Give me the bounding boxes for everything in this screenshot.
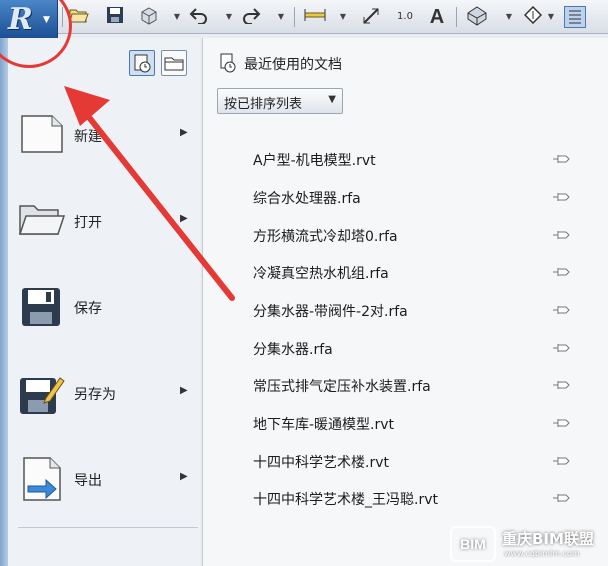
recent-documents-icon xyxy=(134,54,151,73)
chevron-right-icon: ▶ xyxy=(180,385,188,396)
tag-icon[interactable]: 1.0 xyxy=(394,6,416,28)
watermark-logo: BIM xyxy=(450,526,496,562)
chevron-right-icon: ▶ xyxy=(180,213,188,224)
chevron-down-icon: ▼ xyxy=(43,15,50,25)
menu-divider xyxy=(18,527,198,528)
open-icon[interactable] xyxy=(68,6,90,28)
recent-document-item[interactable]: 冷凝真空热水机组.rfa xyxy=(240,257,580,287)
recent-document-item[interactable]: 综合水处理器.rfa xyxy=(240,182,580,212)
menu-item-open[interactable]: 打开 ▶ xyxy=(0,186,200,256)
new-document-icon xyxy=(21,115,63,153)
floppy-disk-icon xyxy=(22,288,60,326)
recent-documents-view-button[interactable] xyxy=(129,50,155,76)
document-name: 十四中科学艺术楼_王冯聪.rvt xyxy=(253,492,438,508)
measure-icon[interactable] xyxy=(304,6,326,28)
quick-access-toolbar: ▼ ▼ ▼ ▼ 1.0 A ▼ ▼ xyxy=(0,0,608,34)
pin-icon[interactable] xyxy=(552,153,570,165)
chevron-right-icon: ▶ xyxy=(180,127,188,138)
document-name: 地下车库-暖通模型.rvt xyxy=(253,417,395,433)
menu-item-export[interactable]: 导出 ▶ xyxy=(0,444,200,514)
sort-dropdown-label: 按已排序列表 xyxy=(224,97,303,112)
watermark: BIM 重庆BIM联盟 www.cqbimlm.com xyxy=(450,522,608,566)
chevron-down-icon[interactable]: ▼ xyxy=(224,6,234,28)
document-name: 十四中科学艺术楼.rvt xyxy=(253,455,389,471)
document-name: A户型-机电模型.rvt xyxy=(253,153,376,169)
toolbar-separator xyxy=(294,7,295,27)
dimension-icon[interactable] xyxy=(360,6,382,28)
sort-dropdown[interactable]: 按已排序列表 ▼ xyxy=(217,88,343,114)
document-name: 分集水器.rfa xyxy=(253,342,333,358)
export-icon xyxy=(23,457,61,501)
open-documents-view-button[interactable] xyxy=(161,50,187,76)
chevron-right-icon: ▶ xyxy=(180,471,188,482)
document-name: 分集水器-带阀件-2对.rfa xyxy=(253,304,408,320)
recent-document-item[interactable]: 十四中科学艺术楼_王冯聪.rvt xyxy=(240,483,580,513)
recent-documents-title: 最近使用的文档 xyxy=(244,57,342,73)
recent-document-item[interactable]: 方形横流式冷却塔0.rfa xyxy=(240,220,580,250)
recent-document-item[interactable]: 十四中科学艺术楼.rvt xyxy=(240,446,580,476)
sync-icon[interactable] xyxy=(138,6,160,28)
chevron-down-icon[interactable]: ▼ xyxy=(172,6,182,28)
document-name: 冷凝真空热水机组.rfa xyxy=(253,266,389,282)
open-folder-icon xyxy=(18,205,66,235)
recent-document-item[interactable]: 分集水器-带阀件-2对.rfa xyxy=(240,295,580,325)
menu-item-save[interactable]: 保存 xyxy=(0,272,200,342)
recent-document-item[interactable]: 分集水器.rfa xyxy=(240,333,580,363)
menu-item-label: 另存为 xyxy=(74,387,116,403)
chevron-down-icon: ▼ xyxy=(328,94,336,105)
open-documents-icon xyxy=(164,57,184,71)
chevron-down-icon[interactable]: ▼ xyxy=(546,6,556,28)
recent-document-item[interactable]: 地下车库-暖通模型.rvt xyxy=(240,408,580,438)
menu-item-label: 打开 xyxy=(74,215,102,231)
pin-icon[interactable] xyxy=(552,191,570,203)
toolbar-separator xyxy=(456,7,457,27)
menu-item-save-as[interactable]: 另存为 ▶ xyxy=(0,358,200,428)
toolbar-separator xyxy=(62,7,63,27)
menu-item-label: 保存 xyxy=(74,301,102,317)
pin-icon[interactable] xyxy=(552,455,570,467)
pin-icon[interactable] xyxy=(552,417,570,429)
document-name: 常压式排气定压补水装置.rfa xyxy=(253,379,431,395)
menu-item-new[interactable]: 新建 ▶ xyxy=(0,100,200,170)
3d-view-icon[interactable] xyxy=(466,6,488,28)
recent-document-item[interactable]: 常压式排气定压补水装置.rfa xyxy=(240,370,580,400)
recent-documents-icon xyxy=(220,53,236,73)
text-icon[interactable]: A xyxy=(426,6,448,28)
pin-icon[interactable] xyxy=(552,266,570,278)
revit-logo-icon: R xyxy=(8,2,33,37)
chevron-down-icon[interactable]: ▼ xyxy=(504,6,514,28)
menu-item-label: 导出 xyxy=(74,473,102,489)
recent-view-toggle xyxy=(129,50,191,76)
pin-icon[interactable] xyxy=(552,342,570,354)
document-name: 综合水处理器.rfa xyxy=(253,191,361,207)
redo-icon[interactable] xyxy=(240,6,262,28)
save-icon[interactable] xyxy=(104,6,126,28)
watermark-text: 重庆BIM联盟 xyxy=(502,530,594,548)
pin-icon[interactable] xyxy=(552,379,570,391)
pin-icon[interactable] xyxy=(552,229,570,241)
menu-item-label: 新建 xyxy=(74,129,102,145)
chevron-down-icon[interactable]: ▼ xyxy=(338,6,348,28)
section-icon[interactable] xyxy=(522,5,544,28)
document-name: 方形横流式冷却塔0.rfa xyxy=(253,229,398,245)
recent-document-item[interactable]: A户型-机电模型.rvt xyxy=(240,144,580,174)
undo-icon[interactable] xyxy=(188,6,210,28)
pin-icon[interactable] xyxy=(552,304,570,316)
pin-icon[interactable] xyxy=(552,492,570,504)
chevron-down-icon[interactable]: ▼ xyxy=(276,6,286,28)
save-as-icon xyxy=(20,377,65,414)
application-menu-button[interactable]: R ▼ xyxy=(0,0,58,38)
thin-lines-icon[interactable] xyxy=(564,6,586,28)
watermark-url: www.cqbimlm.com xyxy=(504,549,580,558)
